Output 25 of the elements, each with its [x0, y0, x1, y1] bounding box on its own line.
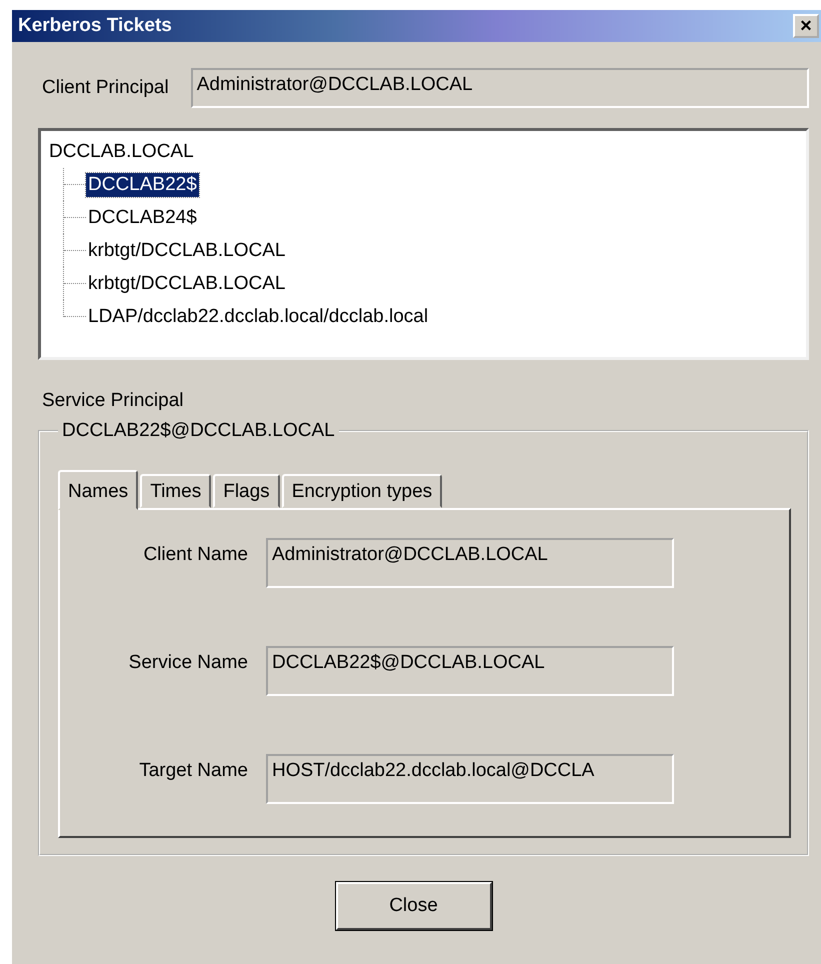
tree-item[interactable]: DCCLAB22$ [86, 172, 199, 196]
close-dialog-button[interactable]: Close [336, 882, 492, 930]
tab[interactable]: Names [58, 470, 138, 510]
tree-item[interactable]: krbtgt/DCCLAB.LOCAL [86, 272, 288, 296]
tree-item[interactable]: DCCLAB.LOCAL [47, 140, 196, 164]
tree-connector [63, 201, 86, 234]
tree-connector [63, 234, 86, 267]
field-label: Target Name [138, 759, 249, 782]
field-label: Service Name [128, 651, 249, 674]
tree-item[interactable]: krbtgt/DCCLAB.LOCAL [86, 238, 288, 262]
window-title: Kerberos Tickets [18, 15, 172, 37]
field-label: Client Principal [42, 77, 169, 99]
text-field[interactable]: HOST/dcclab22.dcclab.local@DCCLA [266, 754, 674, 804]
tab[interactable]: Times [140, 474, 212, 508]
tab[interactable]: Encryption types [282, 474, 442, 508]
group-title: DCCLAB22$@DCCLAB.LOCAL [61, 420, 336, 442]
close-button[interactable]: × [793, 14, 819, 38]
tree-item[interactable]: LDAP/dcclab22.dcclab.local/dcclab.local [86, 304, 430, 328]
field-label: Client Name [142, 543, 249, 566]
section-label: Service Principal [41, 390, 184, 412]
client-principal-field[interactable]: Administrator@DCCLAB.LOCAL [190, 68, 809, 108]
text-field[interactable]: Administrator@DCCLAB.LOCAL [266, 538, 674, 588]
tab[interactable]: Flags [213, 474, 280, 508]
text-field[interactable]: DCCLAB22$@DCCLAB.LOCAL [266, 646, 674, 696]
tree-item[interactable]: DCCLAB24$ [86, 206, 199, 230]
